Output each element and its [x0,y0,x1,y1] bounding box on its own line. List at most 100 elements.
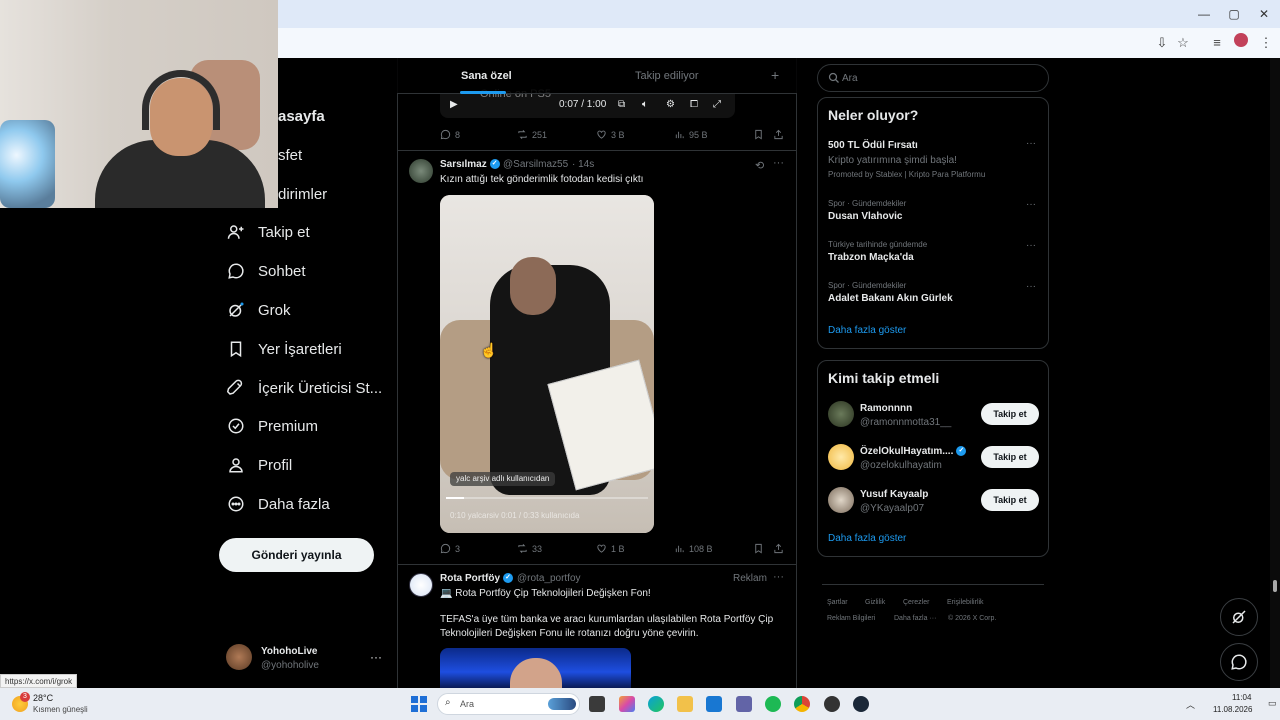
scrollbar-thumb[interactable] [1273,580,1277,592]
promo-trend-name[interactable]: 500 TL Ödül Fırsatı [828,140,918,151]
reply-button[interactable]: 8 [440,129,460,140]
profile-avatar-icon[interactable] [1231,33,1251,53]
nav-profile[interactable]: Profil [226,450,292,480]
search-box[interactable]: Ara [817,64,1049,92]
pip-icon[interactable]: ⧠ [690,99,698,110]
page-scrollbar[interactable] [1270,58,1280,688]
steam-icon[interactable] [853,696,869,712]
grok-explain-icon[interactable]: ⟲ [755,159,764,172]
tweet-author-name[interactable]: Sarsılmaz ✓ [440,159,500,170]
nav-grok[interactable]: Grok [226,295,291,325]
add-tab-icon[interactable]: + [771,67,779,83]
follow-button[interactable]: Takip et [981,489,1039,511]
notifications-icon[interactable]: ▭ [1268,698,1277,709]
tab-following[interactable]: Takip ediliyor [635,70,699,82]
captions-icon[interactable]: ⧉ [618,99,625,110]
volume-icon[interactable]: 🔈︎ [642,99,648,110]
tweet-more-icon[interactable]: ··· [773,157,784,169]
task-view-icon[interactable] [589,696,605,712]
obs-icon[interactable] [824,696,840,712]
account-switcher[interactable]: YohohoLive @yohoholive ··· [226,644,386,674]
copilot-icon[interactable] [619,696,635,712]
follow-show-more-link[interactable]: Daha fazla göster [828,533,906,544]
teams-icon[interactable] [736,696,752,712]
trend-more-icon[interactable]: ··· [1026,199,1036,210]
bookmark-tweet-icon[interactable] [753,129,768,140]
footer-cookies-link[interactable]: Çerezler [903,599,929,606]
footer-privacy-link[interactable]: Gizlilik [865,599,885,606]
settings-gear-icon[interactable]: ⚙ [666,99,675,110]
tweet-author-handle[interactable]: @Sarsilmaz55 [503,159,568,170]
repost-button[interactable]: 33 [517,543,542,554]
browser-menu-icon[interactable]: ⋮ [1256,33,1276,53]
footer-accessibility-link[interactable]: Erişilebilirlik [947,599,984,606]
spotify-icon[interactable] [765,696,781,712]
like-button[interactable]: 3 B [596,129,625,140]
tweet-video[interactable]: yalc arşiv adlı kullanıcıdan 0:10 yalcar… [440,195,654,533]
nav-notifications-partial[interactable]: dirimler [278,186,327,203]
bookmark-tweet-icon[interactable] [753,543,768,554]
messages-fab-button[interactable] [1220,643,1258,681]
nav-premium[interactable]: Premium [226,411,318,441]
footer-ads-info-link[interactable]: Reklam Bilgileri [827,615,875,622]
trend-more-icon[interactable]: ··· [1026,281,1036,292]
clock-time[interactable]: 11:04 [1232,693,1251,702]
tweet-author-avatar[interactable] [409,159,433,183]
follow-suggestion[interactable]: Yusuf Kayaalp @YKayaalp07 Takip et [828,487,1040,517]
ad-author-handle[interactable]: @rota_portfoy [517,573,581,584]
grok-fab-button[interactable] [1220,598,1258,636]
nav-creator-studio[interactable]: İçerik Üreticisi St... [226,373,382,403]
fullscreen-icon[interactable]: ⤢ [713,99,721,110]
nav-explore-partial[interactable]: sfet [278,147,302,164]
nav-bookmarks[interactable]: Yer İşaretleri [226,334,342,364]
views-button[interactable]: 108 B [674,543,713,554]
post-button[interactable]: Gönderi yayınla [219,538,374,572]
nav-chat[interactable]: Sohbet [226,256,306,286]
follow-suggestion[interactable]: Ramonnnn @ramonnmotta31__ Takip et [828,401,1040,431]
repost-button[interactable]: 251 [517,129,547,140]
maximize-button[interactable]: ▢ [1220,4,1248,24]
video-progress-bar[interactable] [446,497,648,499]
file-explorer-icon[interactable] [677,696,693,712]
play-icon[interactable]: ▶ [450,99,458,110]
bookmark-star-icon[interactable]: ☆ [1173,33,1193,53]
follow-suggestion[interactable]: ÖzelOkulHayatım.... ✓ @ozelokulhayatim Ta… [828,444,1040,474]
nav-home-partial[interactable]: asayfa [278,108,325,125]
like-button[interactable]: 1 B [596,543,625,554]
tweet-time[interactable]: · 14s [572,159,594,170]
edge-icon[interactable] [648,696,664,712]
chrome-icon[interactable] [794,696,810,712]
ad-more-icon[interactable]: ··· [773,571,784,583]
share-icon[interactable] [773,543,788,554]
minimize-button[interactable]: — [1190,4,1218,24]
taskbar-search[interactable]: ⌕ Ara [437,693,580,715]
search-input[interactable]: Ara [842,73,858,84]
footer-more-link[interactable]: Daha fazla ··· [894,615,936,622]
follow-button[interactable]: Takip et [981,446,1039,468]
clock-date[interactable]: 11.08.2026 [1213,705,1252,714]
trend-name[interactable]: Dusan Vlahovic [828,211,902,222]
outlook-icon[interactable] [706,696,722,712]
ad-image[interactable] [440,648,631,688]
trend-name[interactable]: Adalet Bakanı Akın Gürlek [828,293,953,304]
media-queue-icon[interactable]: ≡ [1207,33,1227,53]
trend-name[interactable]: Trabzon Maçka'da [828,252,914,263]
trends-show-more-link[interactable]: Daha fazla göster [828,325,906,336]
close-button[interactable]: ✕ [1250,4,1278,24]
account-more-icon[interactable]: ··· [370,650,382,664]
start-windows-icon[interactable] [411,696,427,712]
nav-more[interactable]: Daha fazla [226,489,330,519]
views-button[interactable]: 95 B [674,129,708,140]
footer-terms-link[interactable]: Şartlar [827,599,848,606]
system-tray-icon[interactable]: ︿ [1186,698,1195,711]
trend-more-icon[interactable]: ··· [1026,240,1036,251]
ad-author-name[interactable]: Rota Portföy ✓ [440,573,513,584]
share-icon[interactable] [773,129,788,140]
weather-description[interactable]: Kısmen güneşli [33,705,88,714]
reply-button[interactable]: 3 [440,543,460,554]
install-app-icon[interactable]: ⇩ [1152,33,1172,53]
tab-for-you[interactable]: Sana özel [461,70,512,82]
taskbar-search-input[interactable]: Ara [460,699,474,709]
follow-button[interactable]: Takip et [981,403,1039,425]
ad-author-avatar[interactable] [409,573,433,597]
